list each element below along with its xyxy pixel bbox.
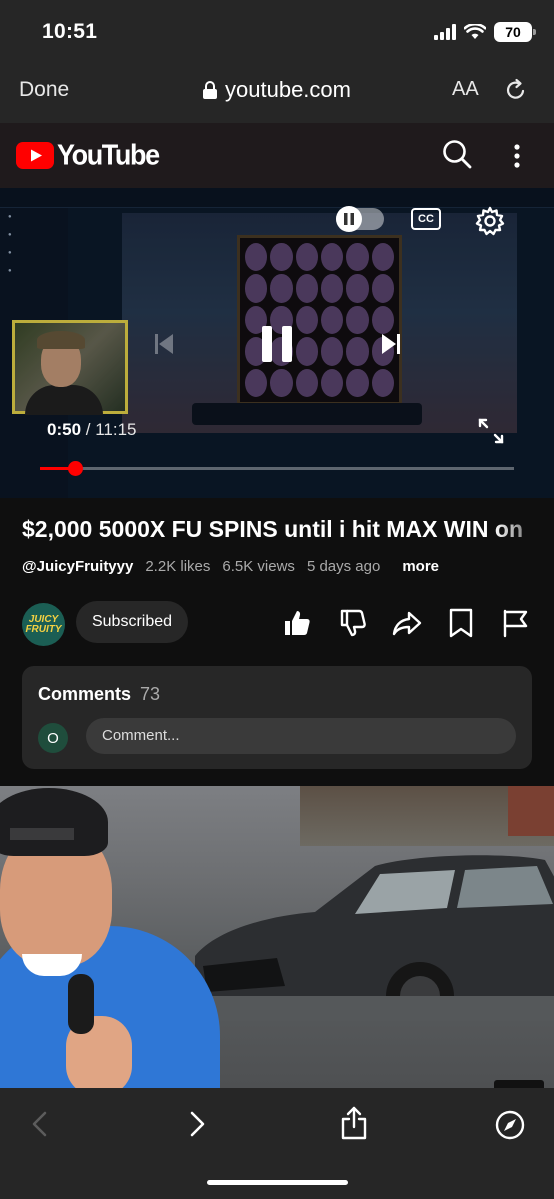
next-video-icon[interactable]: [378, 332, 402, 356]
comments-card[interactable]: Comments 73 O Comment...: [22, 666, 532, 769]
more-options-icon[interactable]: [513, 143, 521, 169]
user-avatar: O: [38, 723, 68, 753]
comments-label: Comments: [38, 684, 132, 704]
thumbnail-brick-wall: [508, 786, 554, 836]
youtube-play-logo-icon: [16, 142, 54, 169]
previous-video-icon[interactable]: [153, 332, 177, 356]
autoplay-knob: [336, 206, 362, 232]
channel-actions-row: JUICY FRUITY Subscribed: [0, 600, 554, 646]
like-count: 2.2K likes: [145, 558, 211, 575]
url-text: youtube.com: [225, 77, 351, 102]
subscribed-button[interactable]: Subscribed: [76, 601, 188, 643]
reader-aa-button[interactable]: AA: [452, 78, 479, 101]
status-time: 10:51: [42, 20, 98, 43]
video-meta: @JuicyFruityyy 2.2K likes 6.5K views 5 d…: [22, 558, 439, 575]
wifi-icon: [464, 24, 486, 39]
browser-top-chrome: 10:51 70 Done youtube.com AA: [0, 0, 554, 123]
current-time: 0:50: [47, 420, 82, 439]
report-flag-icon[interactable]: [502, 608, 530, 638]
lock-icon: [203, 81, 218, 99]
progress-bar[interactable]: [40, 461, 514, 476]
forward-chevron-icon[interactable]: [189, 1110, 207, 1138]
dislike-icon[interactable]: [338, 608, 368, 638]
autoplay-toggle[interactable]: [336, 206, 384, 232]
youtube-header: YouTube: [0, 123, 554, 188]
view-count: 6.5K views: [222, 558, 295, 575]
search-icon[interactable]: [442, 139, 472, 169]
channel-handle[interactable]: @JuicyFruityyy: [22, 558, 133, 575]
comments-header: Comments 73: [38, 684, 160, 705]
total-duration: 11:15: [95, 420, 137, 439]
pause-small-icon: [344, 213, 354, 225]
thumbnail-person-cap: [0, 788, 108, 856]
home-indicator[interactable]: [207, 1180, 348, 1185]
thumbnail-car: [195, 855, 554, 1021]
save-bookmark-icon[interactable]: [448, 608, 474, 638]
share-sheet-icon[interactable]: [340, 1106, 368, 1140]
title-fade: [494, 500, 554, 550]
comments-count: 73: [140, 684, 161, 704]
status-icons: 70: [434, 22, 536, 42]
fullscreen-icon[interactable]: [478, 418, 504, 444]
thumbnail-duration-badge: [494, 1080, 544, 1088]
gear-icon[interactable]: [475, 206, 505, 236]
thumbnail-car-key: [68, 974, 94, 1034]
captions-button[interactable]: CC: [411, 208, 441, 230]
video-timecode: 0:50 / 11:15: [47, 420, 137, 440]
back-chevron-icon[interactable]: [30, 1110, 48, 1138]
next-video-thumbnail[interactable]: [0, 786, 554, 1088]
youtube-logo[interactable]: YouTube: [16, 139, 160, 171]
upload-age: 5 days ago: [306, 558, 381, 575]
battery-indicator: 70: [494, 22, 536, 42]
cellular-signal-icon: [434, 24, 456, 40]
channel-avatar[interactable]: JUICY FRUITY: [22, 603, 65, 646]
like-icon[interactable]: [282, 608, 312, 638]
video-title[interactable]: $2,000 5000X FU SPINS until i hit MAX WI…: [22, 516, 554, 543]
comment-input[interactable]: Comment...: [86, 718, 516, 754]
pause-icon[interactable]: [262, 326, 292, 362]
reload-icon[interactable]: [504, 78, 528, 102]
compass-icon[interactable]: [495, 1110, 525, 1140]
channel-avatar-logo-text: JUICY FRUITY: [25, 613, 62, 635]
more-description-link[interactable]: more: [402, 558, 439, 575]
video-player[interactable]: ● ● ● ● CC 0:50 / 11:15: [0, 188, 554, 498]
youtube-logo-text: YouTube: [57, 139, 160, 171]
share-icon[interactable]: [392, 608, 422, 638]
time-separator: /: [85, 420, 91, 439]
